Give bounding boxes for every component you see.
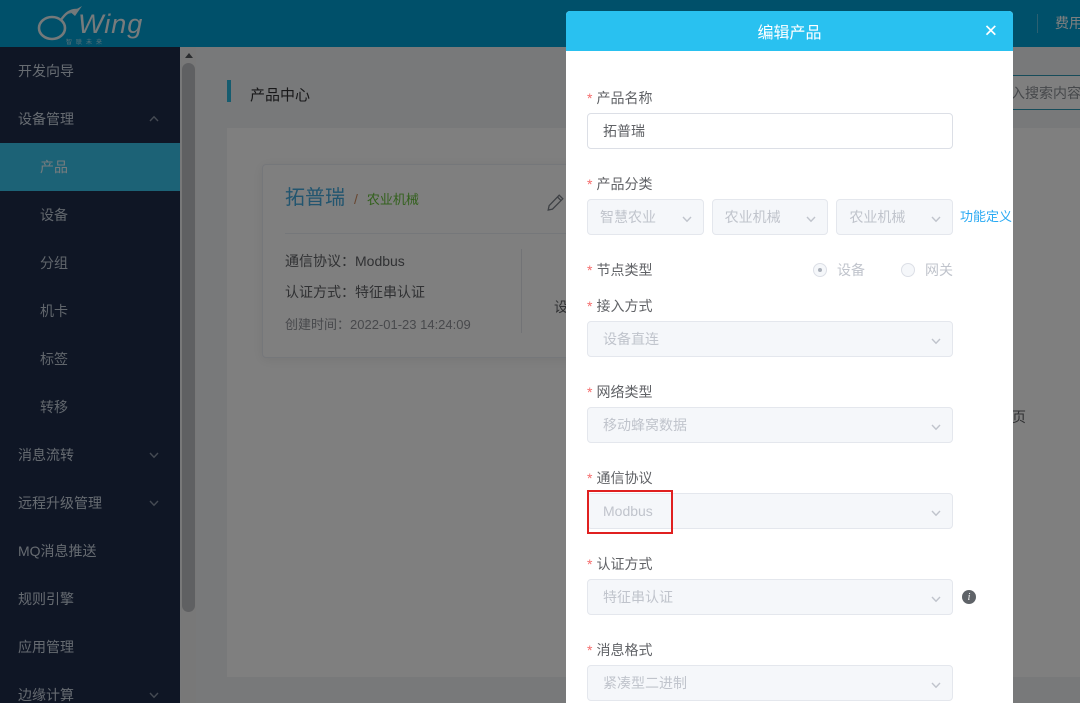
field-auth-mode: *认证方式特征串认证i — [587, 554, 992, 615]
field-label-message-format: *消息格式 — [587, 640, 992, 659]
required-asterisk: * — [587, 556, 592, 572]
required-asterisk: * — [587, 176, 592, 192]
field-label-text: 产品名称 — [596, 88, 652, 108]
field-control-access-mode: 设备直连 — [587, 321, 953, 357]
field-label-network-type: *网络类型 — [587, 382, 992, 401]
modal-form: *产品名称*产品分类智慧农业农业机械农业机械功能定义*节点类型设备网关*接入方式… — [566, 51, 1013, 701]
chevron-down-icon — [805, 212, 817, 228]
auth-mode-select[interactable]: 特征串认证 — [587, 579, 953, 615]
field-control-message-format: 紧凑型二进制 — [587, 665, 953, 701]
access-mode-select[interactable]: 设备直连 — [587, 321, 953, 357]
field-control-product-name — [587, 113, 953, 149]
function-definition-link[interactable]: 功能定义 — [960, 199, 1012, 235]
select-value: 智慧农业 — [600, 207, 656, 227]
radio-group-node-type: 设备 网关 — [813, 260, 953, 280]
product-category-selects: 智慧农业 农业机械 农业机械 — [587, 199, 953, 235]
field-node-type: *节点类型 设备 网关 — [587, 260, 953, 279]
required-asterisk: * — [587, 642, 592, 658]
select-value: 农业机械 — [725, 207, 781, 227]
field-label-text: 认证方式 — [596, 554, 652, 574]
field-product-name: *产品名称 — [587, 88, 992, 149]
product-category-select-1[interactable]: 智慧农业 — [587, 199, 704, 235]
radio-option-label: 网关 — [925, 260, 953, 280]
field-label-text: 产品分类 — [596, 174, 652, 194]
field-network-type: *网络类型移动蜂窝数据 — [587, 382, 992, 443]
chevron-down-icon — [930, 334, 942, 350]
field-label-access-mode: *接入方式 — [587, 296, 992, 315]
field-access-mode: *接入方式设备直连 — [587, 296, 992, 357]
close-icon[interactable]: ✕ — [984, 23, 998, 40]
app-root: Wing 智联未来 费用 开发向导设备管理产品设备分组机卡标签转移消息流转远程升… — [0, 0, 1080, 703]
info-icon[interactable]: i — [962, 590, 976, 604]
required-asterisk: * — [587, 298, 592, 314]
product-name-input[interactable] — [587, 113, 953, 149]
modal-title: 编辑产品 — [757, 19, 821, 43]
select-value: 移动蜂窝数据 — [603, 415, 687, 435]
chevron-down-icon — [930, 506, 942, 522]
select-value: Modbus — [603, 503, 653, 519]
radio-selected-icon[interactable] — [813, 263, 827, 277]
select-value: 特征串认证 — [603, 587, 673, 607]
field-label-text: 网络类型 — [596, 382, 652, 402]
required-asterisk: * — [587, 470, 592, 486]
chevron-down-icon — [930, 678, 942, 694]
field-label-text: 接入方式 — [596, 296, 652, 316]
field-label-text: 消息格式 — [596, 640, 652, 660]
field-label-text: 节点类型 — [596, 260, 652, 280]
network-type-select[interactable]: 移动蜂窝数据 — [587, 407, 953, 443]
radio-option-label: 设备 — [837, 260, 865, 280]
field-label-product-name: *产品名称 — [587, 88, 992, 107]
required-asterisk: * — [587, 384, 592, 400]
chevron-down-icon — [930, 592, 942, 608]
field-label-node-type: *节点类型 — [587, 260, 652, 279]
chevron-down-icon — [930, 420, 942, 436]
field-message-format: *消息格式紧凑型二进制 — [587, 640, 992, 701]
select-value: 农业机械 — [849, 207, 905, 227]
select-value: 紧凑型二进制 — [603, 673, 687, 693]
field-product-category: *产品分类智慧农业农业机械农业机械功能定义 — [587, 174, 992, 235]
product-category-select-3[interactable]: 农业机械 — [836, 199, 953, 235]
field-protocol: *通信协议 Modbus — [587, 468, 992, 529]
chevron-down-icon — [681, 212, 693, 228]
radio-option-设备[interactable]: 设备 — [813, 260, 865, 280]
required-asterisk: * — [587, 90, 592, 106]
product-category-select-2[interactable]: 农业机械 — [712, 199, 829, 235]
field-control-protocol: Modbus — [587, 493, 953, 529]
radio-option-网关[interactable]: 网关 — [901, 260, 953, 280]
field-control-product-category: 智慧农业农业机械农业机械功能定义 — [587, 199, 953, 235]
field-control-network-type: 移动蜂窝数据 — [587, 407, 953, 443]
field-label-text: 通信协议 — [596, 468, 652, 488]
modal-header: 编辑产品 ✕ — [566, 11, 1013, 51]
radio-unselected-icon[interactable] — [901, 263, 915, 277]
field-label-auth-mode: *认证方式 — [587, 554, 992, 573]
field-label-protocol: *通信协议 — [587, 468, 992, 487]
field-control-auth-mode: 特征串认证i — [587, 579, 953, 615]
select-value: 设备直连 — [603, 329, 659, 349]
required-asterisk: * — [587, 262, 592, 278]
protocol-select[interactable]: Modbus — [587, 493, 953, 529]
message-format-select[interactable]: 紧凑型二进制 — [587, 665, 953, 701]
edit-product-modal: 编辑产品 ✕ *产品名称*产品分类智慧农业农业机械农业机械功能定义*节点类型设备… — [566, 11, 1013, 703]
field-label-product-category: *产品分类 — [587, 174, 992, 193]
chevron-down-icon — [930, 212, 942, 228]
